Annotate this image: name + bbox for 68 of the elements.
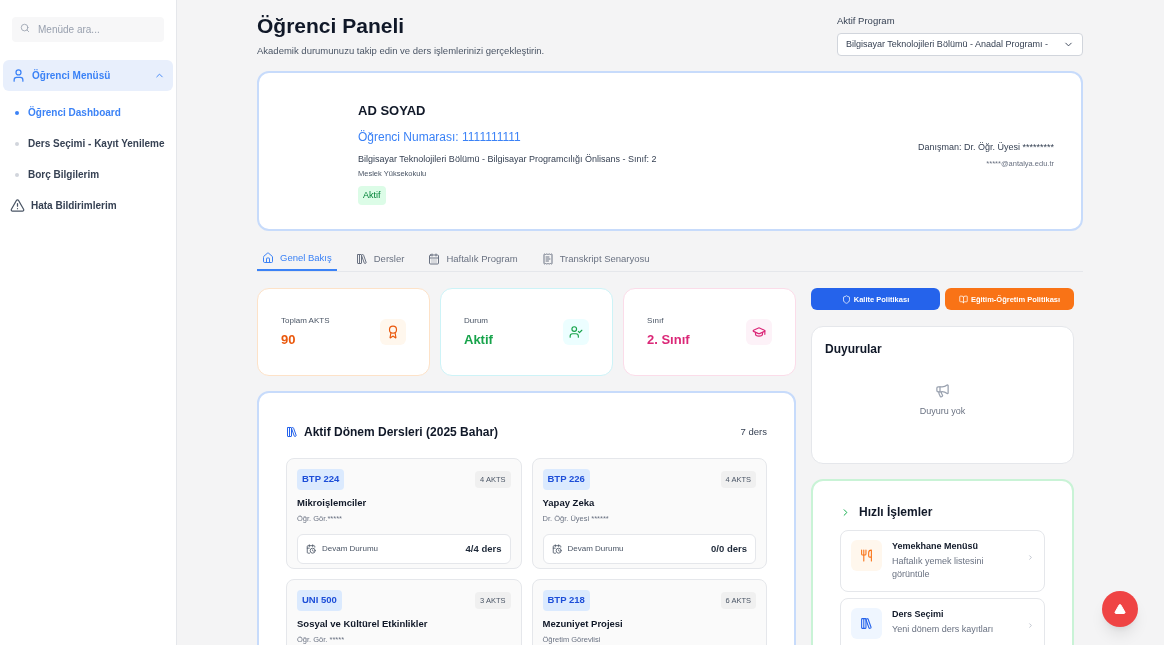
book-icon [958,294,968,304]
books-icon [851,608,882,640]
stat-label: Sınıf [647,315,665,327]
sidebar-item[interactable]: Öğrenci Dashboard [3,97,173,128]
course-code: BTP 226 [542,469,590,490]
stat-value: 2. Sınıf [647,331,690,349]
action-title: Yemekhane Menüsü [892,540,980,554]
search-field[interactable]: Menüde ara... [12,17,164,42]
action-description: Haftalık yemek listesini görüntüle [892,554,985,581]
course-name: Mezuniyet Projesi [542,616,624,631]
menu-group[interactable]: Öğrenci Menüsü [3,60,173,91]
course-code: BTP 218 [542,590,590,611]
stat-label: Durum [464,315,489,327]
program-label: Aktif Program [837,14,896,28]
stat-value: 90 [281,331,297,349]
course-name: Mikroişlemciler [297,495,368,510]
sidebar-item[interactable]: Borç Bilgilerim [3,159,173,190]
attendance-value: 4/4 ders [465,541,502,556]
page-title: Öğrenci Paneli [257,13,406,39]
search-icon [20,23,30,33]
advisor-text: Danışman: Dr. Öğr. Üyesi ********* [917,141,1054,155]
tab[interactable]: Genel Bakış [257,246,337,272]
student-name: AD SOYAD [358,102,426,121]
tab[interactable]: Haftalık Program [423,246,523,272]
sidebar-item[interactable]: Ders Seçimi - Kayıt Yenileme [3,128,173,159]
action-title: Ders Seçimi [892,608,945,622]
user-icon [11,68,26,83]
announcements-title: Duyurular [825,341,883,359]
tab[interactable]: Dersler [350,246,410,272]
page-subtitle: Akademik durumunuzu takip edin ve ders işlemlerinizi gerçekleştirin. [257,44,545,58]
course-name: Sosyal ve Kültürel Etkinlikler [297,616,429,631]
certificate-icon [380,319,406,346]
sidebar-item[interactable]: Hata Bildirimlerim [3,190,173,221]
courses-title: Aktif Dönem Dersleri (2025 Bahar) [304,424,499,442]
course-name: Yapay Zeka [542,495,596,510]
home-icon [262,251,274,264]
utensils-icon [851,540,882,572]
calendar-clock-icon [306,544,316,554]
course-code: UNI 500 [297,590,342,611]
tab[interactable]: Transkript Senaryosu [536,246,655,272]
course-code: BTP 224 [297,469,345,490]
megaphone-icon [935,383,950,399]
action-description: Yeni dönem ders kayıtları [892,622,995,636]
graduation-cap-icon [746,319,772,346]
shield-icon [841,294,851,304]
books-icon [355,252,368,265]
books-icon [286,426,298,439]
user-check-icon [563,319,589,346]
student-number: Öğrenci Numarası: 1111111111 [358,128,521,146]
receipt-icon [541,252,554,265]
department-text: Bilgisayar Teknolojileri Bölümü - Bilgisayar Programcılığı Önlisans - Sınıf: 2 [358,152,657,166]
stat-value: Aktif [464,331,493,349]
empty-message: Duyuru yok [919,405,966,419]
report-error-button[interactable] [1102,591,1138,627]
calendar-icon [428,252,441,265]
status-badge: Aktif [358,185,386,205]
attendance-value: 0/0 ders [711,541,747,556]
program-select[interactable]: Bilgisayar Teknolojileri Bölümü - Anadal Programı - [837,33,1083,57]
course-count: 7 ders [740,425,767,440]
warning-icon [1114,603,1126,615]
quick-actions-title: Hızlı İşlemler [859,504,933,522]
quick-action[interactable]: Ders Seçimi Yeni dönem ders kayıtları [840,598,1045,645]
quick-action[interactable]: Yemekhane Menüsü Haftalık yemek listesini görüntüle [840,530,1045,593]
attendance-label: Devam Durumu [567,543,624,555]
attendance-label: Devam Durumu [322,543,378,555]
warning-icon [10,198,25,213]
calendar-clock-icon [551,544,562,554]
stat-label: Toplam AKTS [281,315,330,327]
